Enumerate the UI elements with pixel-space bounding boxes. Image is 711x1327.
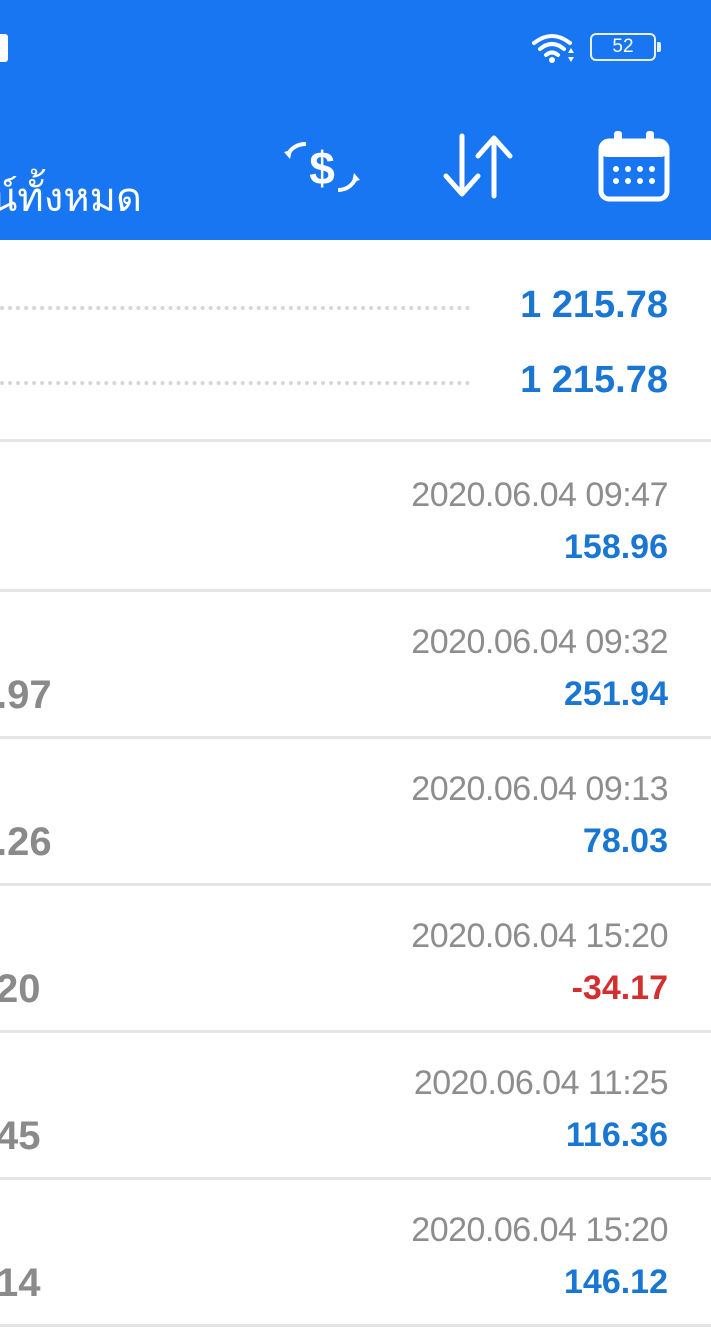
deal-profit: 116.36 [565,1116,668,1154]
deal-left-value: 45 [0,1114,41,1158]
deal-left-value: .26 [0,820,52,864]
divider [0,439,711,442]
wifi-icon [532,34,574,63]
deal-row[interactable]: 14 2020.06.04 15:20 146.12 [0,1182,711,1327]
deal-time: 2020.06.04 09:13 [411,770,668,808]
deal-profit: 146.12 [564,1263,668,1301]
deal-time: 2020.06.04 15:20 [411,1211,668,1249]
sort-icon[interactable] [438,130,518,202]
deal-row[interactable]: 2020.06.04 09:47 158.96 [0,447,711,592]
dotted-leader [0,306,470,310]
deal-profit: 251.94 [564,675,668,713]
deal-row[interactable]: 45 2020.06.04 11:25 116.36 [0,1035,711,1180]
calendar-icon[interactable] [598,127,670,203]
deal-time: 2020.06.04 09:47 [411,476,668,514]
deal-row[interactable]: .26 2020.06.04 09:13 78.03 [0,741,711,886]
app-bar: 52 น์ทั้งหมด $ [0,0,711,240]
dotted-leader [0,381,470,385]
summary-value: 1 215.78 [520,359,668,401]
deal-profit: 78.03 [582,822,668,860]
deal-time: 2020.06.04 11:25 [413,1064,669,1102]
deal-row[interactable]: 20 2020.06.04 15:20 -34.17 [0,888,711,1033]
currency-exchange-icon[interactable]: $ [282,132,362,202]
battery-indicator: 52 [590,33,661,61]
summary-value: 1 215.78 [520,284,668,326]
summary-row: 1 215.78 [0,351,711,411]
deal-profit: 158.96 [564,528,668,566]
deal-row[interactable]: .97 2020.06.04 09:32 251.94 [0,594,711,739]
battery-level: 52 [612,36,634,57]
deal-time: 2020.06.04 15:20 [411,917,668,955]
deal-time: 2020.06.04 09:32 [411,623,668,661]
notification-icon [0,34,8,62]
svg-text:$: $ [309,142,335,194]
deal-left-value: 14 [0,1261,41,1305]
deal-profit: -34.17 [571,969,668,1007]
page-title: น์ทั้งหมด [0,175,142,221]
summary-row: 1 215.78 [0,276,711,336]
deal-left-value: .97 [0,673,52,717]
deal-left-value: 20 [0,967,41,1011]
